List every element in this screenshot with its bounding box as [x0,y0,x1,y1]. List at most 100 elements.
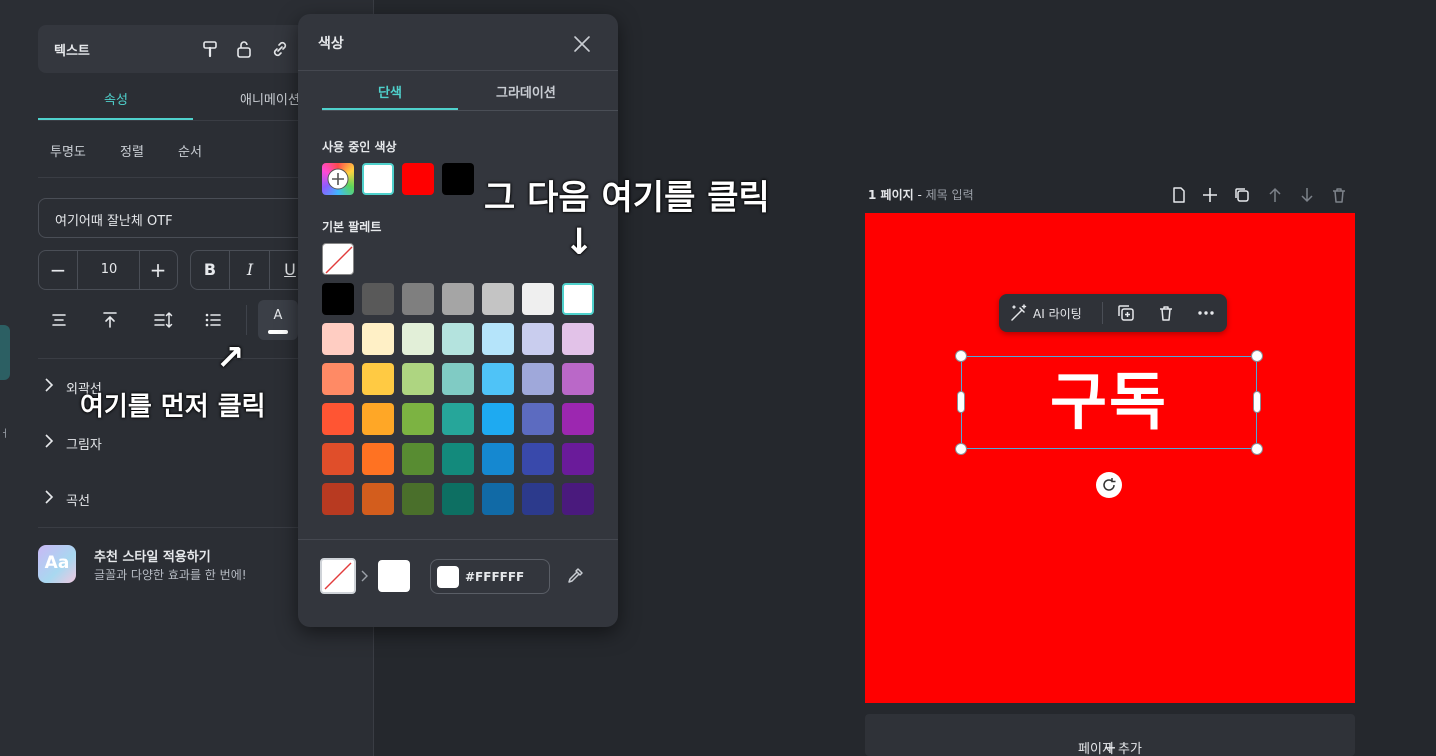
used-color-swatch[interactable] [362,163,394,195]
palette-swatch[interactable] [482,443,514,475]
tab-solid[interactable]: 단색 [378,82,402,101]
recommend-title[interactable]: 추천 스타일 적용하기 [94,546,211,565]
palette-swatch[interactable] [362,403,394,435]
close-icon[interactable] [570,32,594,56]
palette-swatch[interactable] [562,363,594,395]
palette-swatch[interactable] [322,363,354,395]
palette-swatch[interactable] [442,443,474,475]
bold-button[interactable]: B [195,260,225,279]
ai-writing-button[interactable]: AI 라이팅 [1033,305,1082,322]
palette-swatch[interactable] [402,483,434,515]
palette-swatch[interactable] [482,283,514,315]
palette-swatch[interactable] [362,363,394,395]
palette-swatch[interactable] [322,323,354,355]
page-title-input[interactable]: 제목 입력 [926,188,974,202]
accordion-shadow[interactable]: 그림자 [38,430,338,454]
arrow-down-icon[interactable] [1298,186,1316,204]
palette-swatch[interactable] [522,403,554,435]
palette-swatch[interactable] [442,403,474,435]
arrow-up-icon[interactable] [1266,186,1284,204]
resize-handle[interactable] [957,391,965,413]
resize-handle[interactable] [1251,350,1263,362]
resize-handle[interactable] [955,443,967,455]
rotate-handle[interactable] [1096,472,1122,498]
palette-swatch[interactable] [442,483,474,515]
resize-handle[interactable] [1253,391,1261,413]
palette-swatch[interactable] [402,403,434,435]
palette-swatch[interactable] [402,363,434,395]
palette-swatch[interactable] [362,283,394,315]
palette-swatch[interactable] [322,483,354,515]
subtab-opacity[interactable]: 투명도 [50,141,86,160]
hex-input[interactable]: #FFFFFF [430,559,550,594]
italic-button[interactable]: I [235,260,265,279]
page-icon[interactable] [1170,186,1188,204]
font-size-value[interactable]: 10 [79,262,139,277]
resize-handle[interactable] [1251,443,1263,455]
align-center-icon[interactable] [48,309,70,331]
current-color-swatch[interactable] [378,560,410,592]
palette-swatch[interactable] [402,443,434,475]
plus-circle-icon [327,168,349,190]
palette-swatch[interactable] [322,443,354,475]
no-color-swatch[interactable] [322,243,354,275]
more-icon[interactable] [1196,303,1216,323]
subtab-align[interactable]: 정렬 [120,141,144,160]
add-page-button[interactable]: + 페이지 추가 [865,714,1355,756]
palette-swatch[interactable] [482,323,514,355]
palette-swatch[interactable] [562,443,594,475]
palette-swatch[interactable] [562,483,594,515]
palette-swatch[interactable] [442,323,474,355]
text-color-button[interactable]: A [258,300,298,340]
palette-swatch[interactable] [442,283,474,315]
palette-swatch[interactable] [322,403,354,435]
palette-swatch[interactable] [362,443,394,475]
palette-swatch[interactable] [562,323,594,355]
palette-swatch[interactable] [402,283,434,315]
line-height-icon[interactable] [152,309,174,331]
eyedropper-icon[interactable] [565,566,585,586]
plus-icon[interactable] [1201,186,1219,204]
add-color-button[interactable] [322,163,354,195]
palette-swatch[interactable] [562,403,594,435]
palette-swatch[interactable] [362,323,394,355]
link-icon[interactable] [270,39,290,59]
tab-gradient[interactable]: 그라데이션 [496,82,556,101]
accordion-curve[interactable]: 곡선 [38,486,338,510]
palette-swatch[interactable] [362,483,394,515]
duplicate-icon[interactable] [1116,303,1136,323]
palette-swatch[interactable] [402,323,434,355]
lock-icon[interactable] [234,39,254,59]
palette-swatch[interactable] [442,363,474,395]
palette-swatch[interactable] [482,363,514,395]
recommend-style-icon[interactable]: Aa [38,545,76,583]
previous-color-swatch[interactable] [320,558,356,594]
palette-swatch[interactable] [522,323,554,355]
tab-animation[interactable]: 애니메이션 [240,89,300,108]
palette-swatch[interactable] [482,403,514,435]
align-top-icon[interactable] [99,309,121,331]
palette-swatch[interactable] [482,483,514,515]
paint-roller-icon[interactable] [200,39,220,59]
used-color-swatch[interactable] [402,163,434,195]
palette-swatch[interactable] [522,283,554,315]
design-canvas[interactable] [865,213,1355,703]
palette-swatch[interactable] [562,283,594,315]
trash-icon[interactable] [1330,186,1348,204]
used-color-swatch[interactable] [442,163,474,195]
duplicate-icon[interactable] [1233,186,1251,204]
palette-swatch[interactable] [522,363,554,395]
tab-properties[interactable]: 속성 [104,89,128,108]
palette-swatch[interactable] [522,443,554,475]
palette-swatch[interactable] [322,283,354,315]
page-label: 1 페이지 [868,188,914,202]
resize-handle[interactable] [955,350,967,362]
font-select[interactable]: 여기어때 잘난체 OTF [38,198,338,238]
subtab-order[interactable]: 순서 [178,141,202,160]
minus-icon[interactable]: − [45,257,71,283]
magic-pen-icon [1011,304,1027,321]
palette-swatch[interactable] [522,483,554,515]
trash-icon[interactable] [1156,303,1176,323]
plus-icon[interactable]: + [145,257,171,283]
list-icon[interactable] [202,309,224,331]
